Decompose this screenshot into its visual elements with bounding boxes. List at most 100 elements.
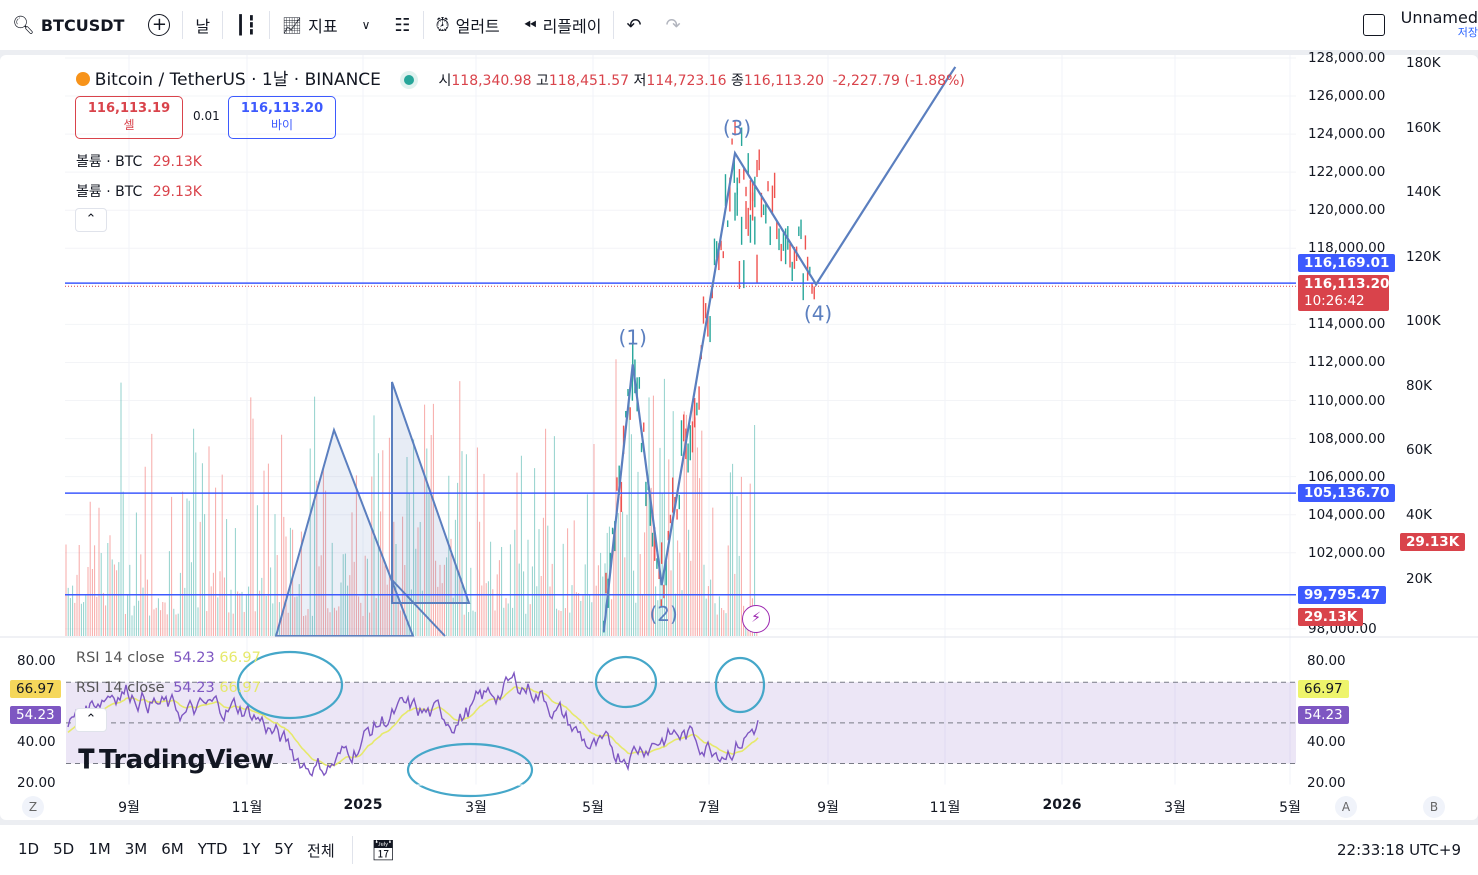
line-price-tag: 116,169.01 bbox=[1298, 254, 1396, 272]
grid-icon: ☷ bbox=[394, 14, 411, 36]
rsi-value-tag: 54.23 bbox=[1298, 706, 1349, 724]
layout-square-icon bbox=[1362, 14, 1385, 36]
elliott-wave-drawing bbox=[602, 66, 957, 632]
price-axis-label: 102,000.00 bbox=[1308, 544, 1386, 561]
market-status-icon bbox=[403, 75, 414, 85]
time-axis-label: 3월 bbox=[465, 800, 487, 816]
volume-axis-label: 40K bbox=[1406, 506, 1433, 523]
price-axis-label: 128,000.00 bbox=[1308, 50, 1386, 66]
collapse-rsi-button[interactable]: ⌃ bbox=[75, 708, 107, 732]
indicators-button[interactable]: 📈︎ 지표 ∨ bbox=[270, 0, 383, 50]
time-axis-label: 2025 bbox=[343, 797, 383, 813]
volume-axis-label: 80K bbox=[1406, 377, 1433, 394]
candles-icon: ┃┇ bbox=[235, 14, 257, 36]
rsi-axis-label: 20.00 bbox=[1307, 775, 1346, 791]
calendar-goto-icon[interactable]: 📅︎ bbox=[363, 838, 404, 862]
time-axis-label: 7월 bbox=[698, 800, 720, 816]
time-axis-label: 9월 bbox=[118, 800, 140, 816]
price-axis-label: 110,000.00 bbox=[1308, 392, 1386, 409]
compare-button[interactable]: + bbox=[136, 0, 182, 50]
range-1m[interactable]: 1M bbox=[81, 840, 118, 861]
buy-button[interactable]: 116,113.20 바이 bbox=[228, 96, 336, 139]
time-axis-label: 11월 bbox=[929, 800, 961, 816]
plus-circle-icon: + bbox=[148, 14, 171, 36]
price-axis-label: 108,000.00 bbox=[1308, 430, 1386, 447]
rsi-value-tag: 54.23 bbox=[10, 706, 61, 724]
rsi-axis-label: 40.00 bbox=[17, 734, 56, 750]
rsi-ma-tag: 66.97 bbox=[1298, 680, 1349, 698]
range-1y[interactable]: 1Y bbox=[235, 840, 268, 861]
volume-axis-label: 160K bbox=[1406, 119, 1441, 136]
indicators-icon: 📈︎ bbox=[281, 15, 303, 35]
wave-label: (1) bbox=[619, 325, 647, 349]
chart-panel[interactable]: (1) (2) (3) (4) (5) Bitcoin / TetherUS · 1날 … bbox=[0, 50, 1478, 820]
price-axis-label: 104,000.00 bbox=[1308, 506, 1386, 523]
time-axis-label: 5월 bbox=[1279, 800, 1301, 816]
volume-axis-label: 60K bbox=[1406, 442, 1433, 458]
range-5y[interactable]: 5Y bbox=[267, 840, 300, 861]
price-axis-label: 126,000.00 bbox=[1308, 88, 1386, 105]
time-axis-label: 3월 bbox=[1164, 800, 1186, 816]
price-axis-label: 120,000.00 bbox=[1308, 202, 1386, 219]
clock[interactable]: 22:33:18 UTC+9 bbox=[1337, 841, 1478, 859]
range-6m[interactable]: 6M bbox=[154, 840, 191, 861]
range-ytd[interactable]: YTD bbox=[191, 840, 235, 861]
volume-axis-label: 180K bbox=[1406, 55, 1441, 71]
time-axis-label: 2026 bbox=[1042, 797, 1082, 813]
volume-axis-label: 120K bbox=[1406, 248, 1441, 265]
interval-button[interactable]: 날 bbox=[183, 0, 222, 50]
volume-axis-label: 140K bbox=[1406, 184, 1441, 200]
symbol-legend: Bitcoin / TetherUS · 1날 · BINANCE 시118,3… bbox=[76, 65, 965, 90]
rewind-icon: ⏪︎ bbox=[523, 15, 537, 34]
volume-axis-tag: 29.13K bbox=[1400, 533, 1466, 551]
spread: 0.01 bbox=[193, 109, 220, 123]
range-1d[interactable]: 1D bbox=[11, 840, 46, 861]
replay-button[interactable]: ⏪︎ 리플레이 bbox=[512, 0, 614, 50]
sell-button[interactable]: 116,113.19 셀 bbox=[75, 96, 183, 139]
collapse-legend-button[interactable]: ⌃ bbox=[75, 208, 107, 232]
price-axis-label: 112,000.00 bbox=[1308, 354, 1386, 371]
templates-button[interactable]: ☷ bbox=[382, 0, 422, 50]
auto-scale-button[interactable]: A bbox=[1335, 796, 1357, 818]
rsi-ma-tag: 66.97 bbox=[10, 680, 61, 698]
price-axis-label: 122,000.00 bbox=[1308, 164, 1386, 181]
price-axis-label: 114,000.00 bbox=[1308, 316, 1386, 333]
volume-tag: 29.13K bbox=[1298, 608, 1364, 626]
undo-button[interactable]: ↶ bbox=[614, 0, 653, 50]
rsi-axis-label: 80.00 bbox=[17, 653, 56, 669]
range-전체[interactable]: 전체 bbox=[300, 840, 342, 861]
range-3m[interactable]: 3M bbox=[118, 840, 155, 861]
bitcoin-icon bbox=[76, 72, 90, 86]
bottom-toolbar: 1D 5D 1M 3M 6M YTD 1Y 5Y 전체 📅︎ 22:33:18 UTC+9 bbox=[0, 825, 1478, 875]
price-axis-label: 106,000.00 bbox=[1308, 468, 1386, 485]
scale-b-button[interactable]: B bbox=[1423, 796, 1445, 818]
wave-label: (5) bbox=[941, 55, 969, 56]
wave-label: (4) bbox=[804, 301, 832, 325]
time-axis-label: 5월 bbox=[582, 800, 604, 816]
redo-button[interactable]: ↷ bbox=[654, 0, 693, 50]
alert-button[interactable]: ⏰︎ 얼러트 bbox=[424, 0, 512, 50]
chart-type-button[interactable]: ┃┇ bbox=[223, 0, 269, 50]
rsi-axis-label: 80.00 bbox=[1307, 653, 1346, 669]
redo-icon: ↷ bbox=[665, 14, 681, 36]
search-icon: 🔍︎ bbox=[12, 14, 35, 36]
rsi-legend-2: RSI 14 close 54.23 66.97 bbox=[76, 680, 261, 696]
lightning-icon[interactable]: ⚡︎ bbox=[742, 605, 770, 633]
line-price-tag: 99,795.47 bbox=[1298, 586, 1387, 604]
rsi-legend: RSI 14 close 54.23 66.97 bbox=[76, 650, 261, 666]
range-5d[interactable]: 5D bbox=[46, 840, 81, 861]
scale-z-button[interactable]: Z bbox=[22, 796, 44, 818]
undo-icon: ↶ bbox=[626, 14, 642, 36]
wave-label: (2) bbox=[650, 602, 678, 626]
tradingview-logo: 𝐓 TradingView bbox=[78, 745, 274, 775]
chevron-down-icon[interactable]: ∨ bbox=[362, 18, 371, 32]
rsi-axis-label: 40.00 bbox=[1307, 734, 1346, 750]
chart-canvas[interactable]: (1) (2) (3) (4) (5) bbox=[0, 55, 1478, 820]
price-axis-label: 124,000.00 bbox=[1308, 126, 1386, 143]
layout-button[interactable]: Unnamed 저장 bbox=[1351, 0, 1478, 50]
line-price-tag: 105,136.70 bbox=[1298, 484, 1396, 502]
symbol-search[interactable]: 🔍︎ BTCUSDT bbox=[0, 0, 136, 50]
time-axis-label: 9월 bbox=[817, 800, 839, 816]
wave-label: (3) bbox=[723, 116, 751, 140]
date-ranges: 1D 5D 1M 3M 6M YTD 1Y 5Y 전체 bbox=[0, 840, 342, 861]
